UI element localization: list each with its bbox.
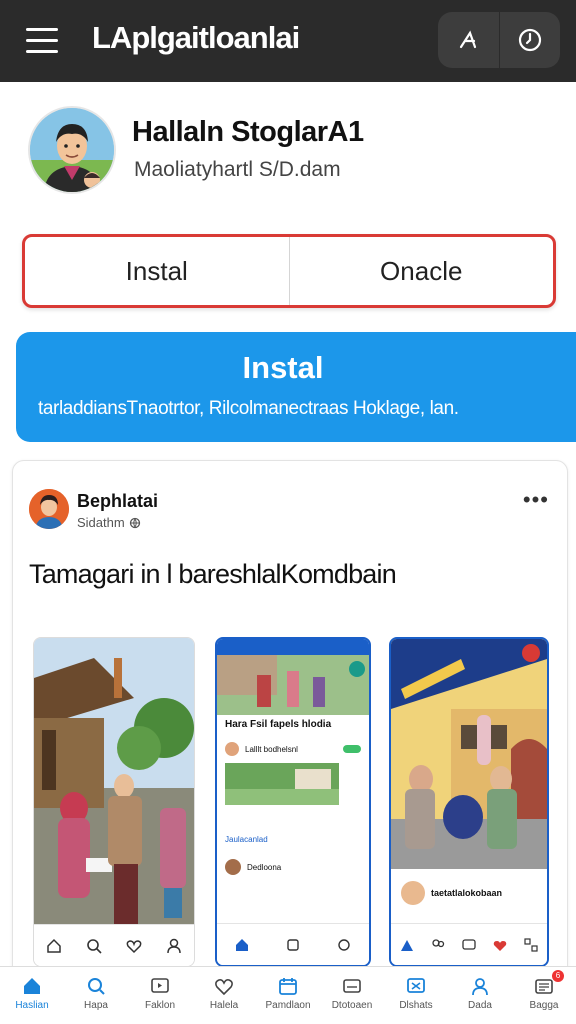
screenshot-2-status-bar <box>217 639 369 655</box>
nav-label: Haslian <box>15 1000 49 1011</box>
nav-item-home[interactable]: Haslian <box>0 967 64 1024</box>
nav-item-messages[interactable]: Faklon <box>128 967 192 1024</box>
chat-icon <box>462 938 476 950</box>
home-icon <box>236 938 249 951</box>
photo-village-image <box>34 638 194 926</box>
nav-item-chats[interactable]: Dlshats <box>384 967 448 1024</box>
screenshot-2-header-image <box>217 655 369 715</box>
screenshot-2-row-1-text: Lalllt bodhelsnl <box>245 744 298 754</box>
avatar <box>401 881 425 905</box>
globe-icon <box>129 517 140 528</box>
post-meta-text: Sidathm <box>77 515 125 530</box>
segment-install-button[interactable]: Instal <box>25 237 289 305</box>
home-icon <box>47 938 61 953</box>
more-options-icon[interactable]: ••• <box>523 487 549 513</box>
message-icon <box>151 978 169 993</box>
nav-item-news[interactable]: 6 Bagga <box>512 967 576 1024</box>
profile-icon <box>167 938 181 953</box>
install-banner-button[interactable]: Instal tarladdiansTnaotrtor, Rilcolmanec… <box>16 332 576 442</box>
screenshot-1-nav <box>34 924 194 966</box>
screenshot-2-row-3: Dedloona <box>225 857 361 877</box>
hamburger-menu-icon[interactable] <box>26 28 58 54</box>
nav-label: Faklon <box>144 1000 175 1011</box>
profile-icon <box>472 978 488 996</box>
screenshot-2-row-3-text: Dedloona <box>247 862 282 872</box>
nav-label: Hapa <box>84 1000 108 1011</box>
nav-item-profile[interactable]: Dada <box>448 967 512 1024</box>
nav-label: Dlshats <box>399 1000 433 1011</box>
nav-label: Bagga <box>529 1000 559 1011</box>
post-text: Tamagari in l bareshlalKomdbain <box>29 559 397 589</box>
install-banner-subtitle: tarladdiansTnaotrtor, Rilcolmanectraas H… <box>38 398 459 419</box>
profile-name: Hallaln StoglarA1 <box>132 116 364 148</box>
post-screenshot-1[interactable] <box>33 637 195 967</box>
nav-label: Dtotoaen <box>331 1000 373 1011</box>
nav-item-cards[interactable]: Dtotoaen <box>320 967 384 1024</box>
avatar <box>225 859 241 875</box>
screenshot-3-caption: taetatlalokobaan <box>431 888 503 898</box>
heart-icon <box>493 940 507 951</box>
status-badge <box>343 745 361 753</box>
chat-icon <box>407 978 425 993</box>
clock-icon[interactable] <box>498 12 561 68</box>
screenshot-2-row-1: Lalllt bodhelsnl <box>225 739 361 759</box>
screenshot-3-poster-image <box>391 639 547 869</box>
screenshot-3-caption-row: taetatlalokobaan <box>397 871 545 915</box>
nav-label: Pamdlaon <box>265 1000 311 1011</box>
nav-item-search[interactable]: Hapa <box>64 967 128 1024</box>
search-icon <box>88 978 105 995</box>
heart-icon <box>126 939 142 953</box>
post-screenshot-2[interactable]: Hara Fsil fapels hlodia Lalllt bodhelsnl… <box>215 637 371 967</box>
nav-item-favorites[interactable]: Halela <box>192 967 256 1024</box>
calendar-icon <box>279 978 297 995</box>
top-actions-group <box>438 12 560 68</box>
post-card: Bephlatai Sidathm ••• Tamagari in l bare… <box>12 460 568 1024</box>
users-icon <box>432 938 444 947</box>
post-author-name[interactable]: Bephlatai <box>77 491 158 512</box>
post-meta: Sidathm <box>77 515 141 530</box>
segment-other-button[interactable]: Onacle <box>288 237 554 305</box>
circle-icon <box>337 938 350 951</box>
card-icon <box>343 979 361 993</box>
profile-subtitle: Maoliatyhartl S/D.dam <box>134 158 341 181</box>
heart-icon <box>215 979 233 996</box>
notification-badge: 6 <box>552 970 564 982</box>
main-content: Hallaln StoglarA1 Maoliatyhartl S/D.dam … <box>0 82 576 1024</box>
segmented-control: Instal Onacle <box>22 234 556 308</box>
screenshot-2-post-image <box>225 763 339 805</box>
person-avatar-icon[interactable] <box>28 106 116 194</box>
install-banner-title: Instal <box>242 350 324 385</box>
screenshot-3-nav <box>391 923 547 965</box>
nav-item-calendar[interactable]: Pamdlaon <box>256 967 320 1024</box>
nav-label: Halela <box>209 1000 239 1011</box>
top-app-bar: LAplgaitloanlai <box>0 0 576 82</box>
screenshot-2-nav <box>217 923 369 965</box>
home-icon <box>24 978 40 994</box>
screenshot-2-link: Jaulacanlad <box>225 835 268 844</box>
screenshot-2-heading: Hara Fsil fapels hlodia <box>225 719 332 730</box>
profile-header: Hallaln StoglarA1 Maoliatyhartl S/D.dam <box>28 106 548 202</box>
home-icon <box>400 939 413 951</box>
search-icon <box>87 938 102 954</box>
bottom-navigation-bar: Haslian Hapa Faklon Halela Pamdlaon Dtot… <box>0 966 576 1024</box>
app-title: LAplgaitloanlai <box>92 20 300 55</box>
post-screenshot-3[interactable]: taetatlalokobaan <box>389 637 549 967</box>
grid-icon <box>524 937 538 952</box>
edit-icon[interactable] <box>438 12 499 68</box>
post-author-avatar[interactable] <box>29 489 69 529</box>
nav-label: Dada <box>468 1000 492 1011</box>
avatar <box>225 742 239 756</box>
square-icon <box>287 938 299 951</box>
post-screenshots: Hara Fsil fapels hlodia Lalllt bodhelsnl… <box>33 637 569 967</box>
